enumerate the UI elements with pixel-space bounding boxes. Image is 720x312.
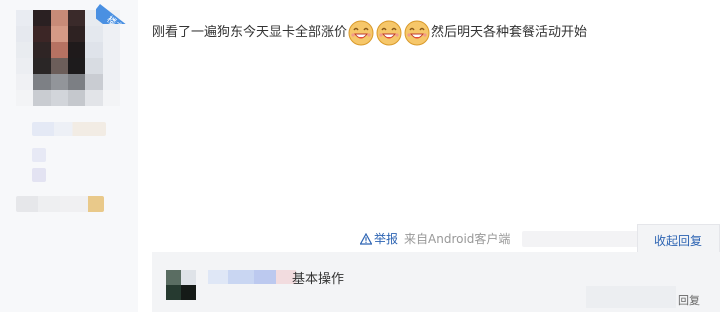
avatar-pixel — [50, 42, 68, 58]
avatar-pixel — [50, 58, 68, 74]
post-footer: 举报 来自Android客户端 — [360, 230, 643, 247]
client-source: 来自Android客户端 — [404, 232, 511, 246]
avatar-pixel — [33, 74, 51, 90]
avatar-pixel — [85, 90, 103, 106]
report-label: 举报 — [374, 232, 399, 246]
avatar-pixel — [102, 42, 120, 58]
avatar-pixel — [68, 58, 86, 74]
reply-avatar[interactable] — [166, 270, 196, 300]
op-badge: 楼主 — [96, 0, 136, 24]
reply-text: 基本操作 — [292, 272, 345, 287]
laughing-face-icon — [348, 20, 374, 46]
username-pixel — [228, 270, 254, 284]
avatar-pixel — [16, 10, 34, 26]
avatar-pixel — [181, 285, 196, 300]
user-info-blur — [16, 196, 104, 212]
avatar-pixel — [68, 10, 86, 26]
warning-icon — [360, 232, 372, 245]
avatar-pixel — [85, 58, 103, 74]
reply-username[interactable] — [208, 270, 296, 284]
avatar-pixel — [181, 270, 196, 285]
avatar-pixel — [68, 74, 86, 90]
avatar-pixel — [85, 26, 103, 42]
post-content: 刚看了一遍狗东今天显卡全部涨价 然后明天各种套餐活动开始 — [152, 18, 680, 48]
post-meta-blur — [522, 230, 643, 247]
avatar-pixel — [33, 26, 51, 42]
avatar-pixel — [68, 26, 86, 42]
reply-button[interactable]: 回复 — [678, 292, 700, 308]
avatar-pixel — [102, 58, 120, 74]
avatar-pixel — [33, 90, 51, 106]
collapse-replies-button[interactable]: 收起回复 — [654, 232, 702, 249]
user-level-blur — [32, 122, 106, 136]
avatar-pixel — [50, 74, 68, 90]
avatar-pixel — [16, 90, 34, 106]
avatar-pixel — [33, 58, 51, 74]
avatar-pixel — [166, 285, 181, 300]
avatar-pixel — [50, 90, 68, 106]
avatar-pixel — [102, 26, 120, 42]
avatar[interactable] — [16, 10, 120, 106]
avatar-pixel — [102, 90, 120, 106]
avatar-pixel — [68, 42, 86, 58]
avatar-pixel — [16, 26, 34, 42]
avatar-pixel — [85, 42, 103, 58]
report-link[interactable]: 举报 — [360, 230, 398, 247]
post-text-after: 然后明天各种套餐活动开始 — [431, 25, 588, 40]
reply-meta-blur — [586, 286, 676, 308]
avatar-pixel — [16, 42, 34, 58]
avatar-pixel — [16, 58, 34, 74]
user-info-blur — [32, 148, 46, 162]
avatar-pixel — [33, 10, 51, 26]
username-pixel — [254, 270, 276, 284]
avatar-pixel — [50, 26, 68, 42]
avatar-pixel — [85, 74, 103, 90]
avatar-pixel — [102, 74, 120, 90]
user-info-blur — [32, 168, 46, 182]
avatar-pixel — [68, 90, 86, 106]
username-pixel — [208, 270, 228, 284]
reply-list: 基本操作 回复 — [152, 252, 720, 312]
avatar-pixel — [16, 74, 34, 90]
op-badge-label: 楼主 — [96, 4, 136, 24]
laughing-face-icon — [376, 20, 402, 46]
avatar-pixel — [166, 270, 181, 285]
avatar-pixel — [50, 10, 68, 26]
user-sidebar: 楼主 — [0, 0, 138, 312]
avatar-pixel — [33, 42, 51, 58]
laughing-face-icon — [404, 20, 430, 46]
post-text-before: 刚看了一遍狗东今天显卡全部涨价 — [152, 25, 348, 40]
